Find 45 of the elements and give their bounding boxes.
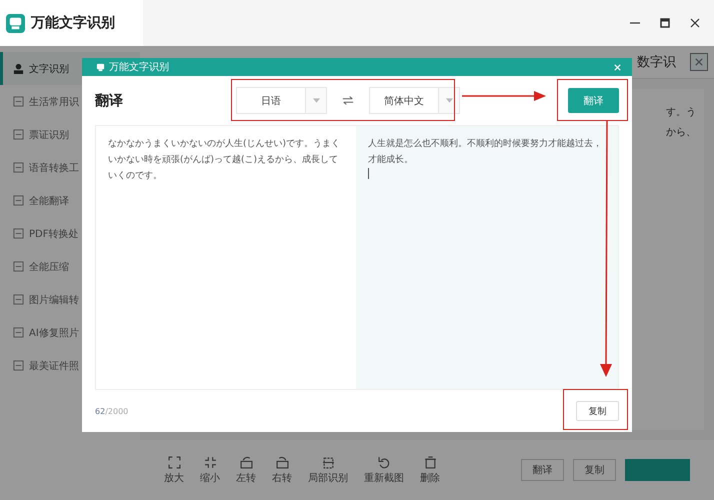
source-language-select[interactable]: 日语 bbox=[236, 87, 327, 114]
highlight-frame bbox=[557, 79, 628, 121]
translation-text-area[interactable]: 人生就是怎么也不顺利。不顺利的时候要努力才能越过去，才能成长。 bbox=[356, 126, 618, 389]
person-icon bbox=[13, 63, 24, 74]
text-line: から、 bbox=[666, 126, 696, 140]
highlight-frame bbox=[563, 389, 628, 430]
square-icon bbox=[13, 261, 24, 272]
crop-icon bbox=[322, 456, 334, 468]
target-language-select[interactable]: 简体中文 bbox=[369, 87, 460, 114]
undo-icon bbox=[378, 456, 390, 468]
dialog-heading: 翻译 bbox=[95, 92, 124, 110]
caret-icon bbox=[446, 98, 452, 103]
square-icon bbox=[13, 327, 24, 338]
expand-icon bbox=[168, 456, 180, 468]
caret-icon bbox=[312, 98, 320, 103]
swap-icon[interactable] bbox=[342, 96, 354, 105]
app-logo-icon bbox=[96, 62, 105, 72]
translate-button[interactable]: 翻译 bbox=[568, 88, 619, 113]
action-button[interactable]: 翻译 bbox=[521, 459, 564, 481]
square-icon bbox=[13, 96, 24, 107]
square-icon bbox=[13, 228, 24, 239]
rotate-left-icon bbox=[240, 456, 252, 468]
toolbar-button[interactable]: 左转 bbox=[236, 456, 256, 484]
square-icon bbox=[13, 129, 24, 140]
maximize-icon[interactable] bbox=[660, 18, 670, 28]
action-button[interactable]: 复制 bbox=[573, 459, 616, 481]
character-count: 62/2000 bbox=[95, 406, 128, 416]
close-icon[interactable] bbox=[690, 18, 700, 28]
app-title: 万能文字识别 bbox=[31, 14, 115, 32]
text-line: す。う bbox=[666, 106, 696, 120]
toolbar-button[interactable]: 删除 bbox=[420, 456, 440, 484]
shrink-icon bbox=[204, 456, 216, 468]
app-logo-icon bbox=[6, 14, 25, 32]
toolbar-button[interactable]: 右转 bbox=[272, 456, 292, 484]
copy-button[interactable]: 复制 bbox=[576, 401, 619, 421]
rotate-right-icon bbox=[276, 456, 288, 468]
toolbar-button[interactable]: 缩小 bbox=[200, 456, 220, 484]
toolbar-button[interactable]: 放大 bbox=[164, 456, 184, 484]
square-icon bbox=[13, 294, 24, 305]
square-icon bbox=[13, 162, 24, 173]
square-icon bbox=[13, 360, 24, 371]
toolbar-button[interactable]: 局部识别 bbox=[308, 456, 348, 484]
toolbar-button[interactable]: 重新截图 bbox=[364, 456, 404, 484]
square-icon bbox=[13, 195, 24, 206]
trash-icon bbox=[424, 456, 436, 468]
